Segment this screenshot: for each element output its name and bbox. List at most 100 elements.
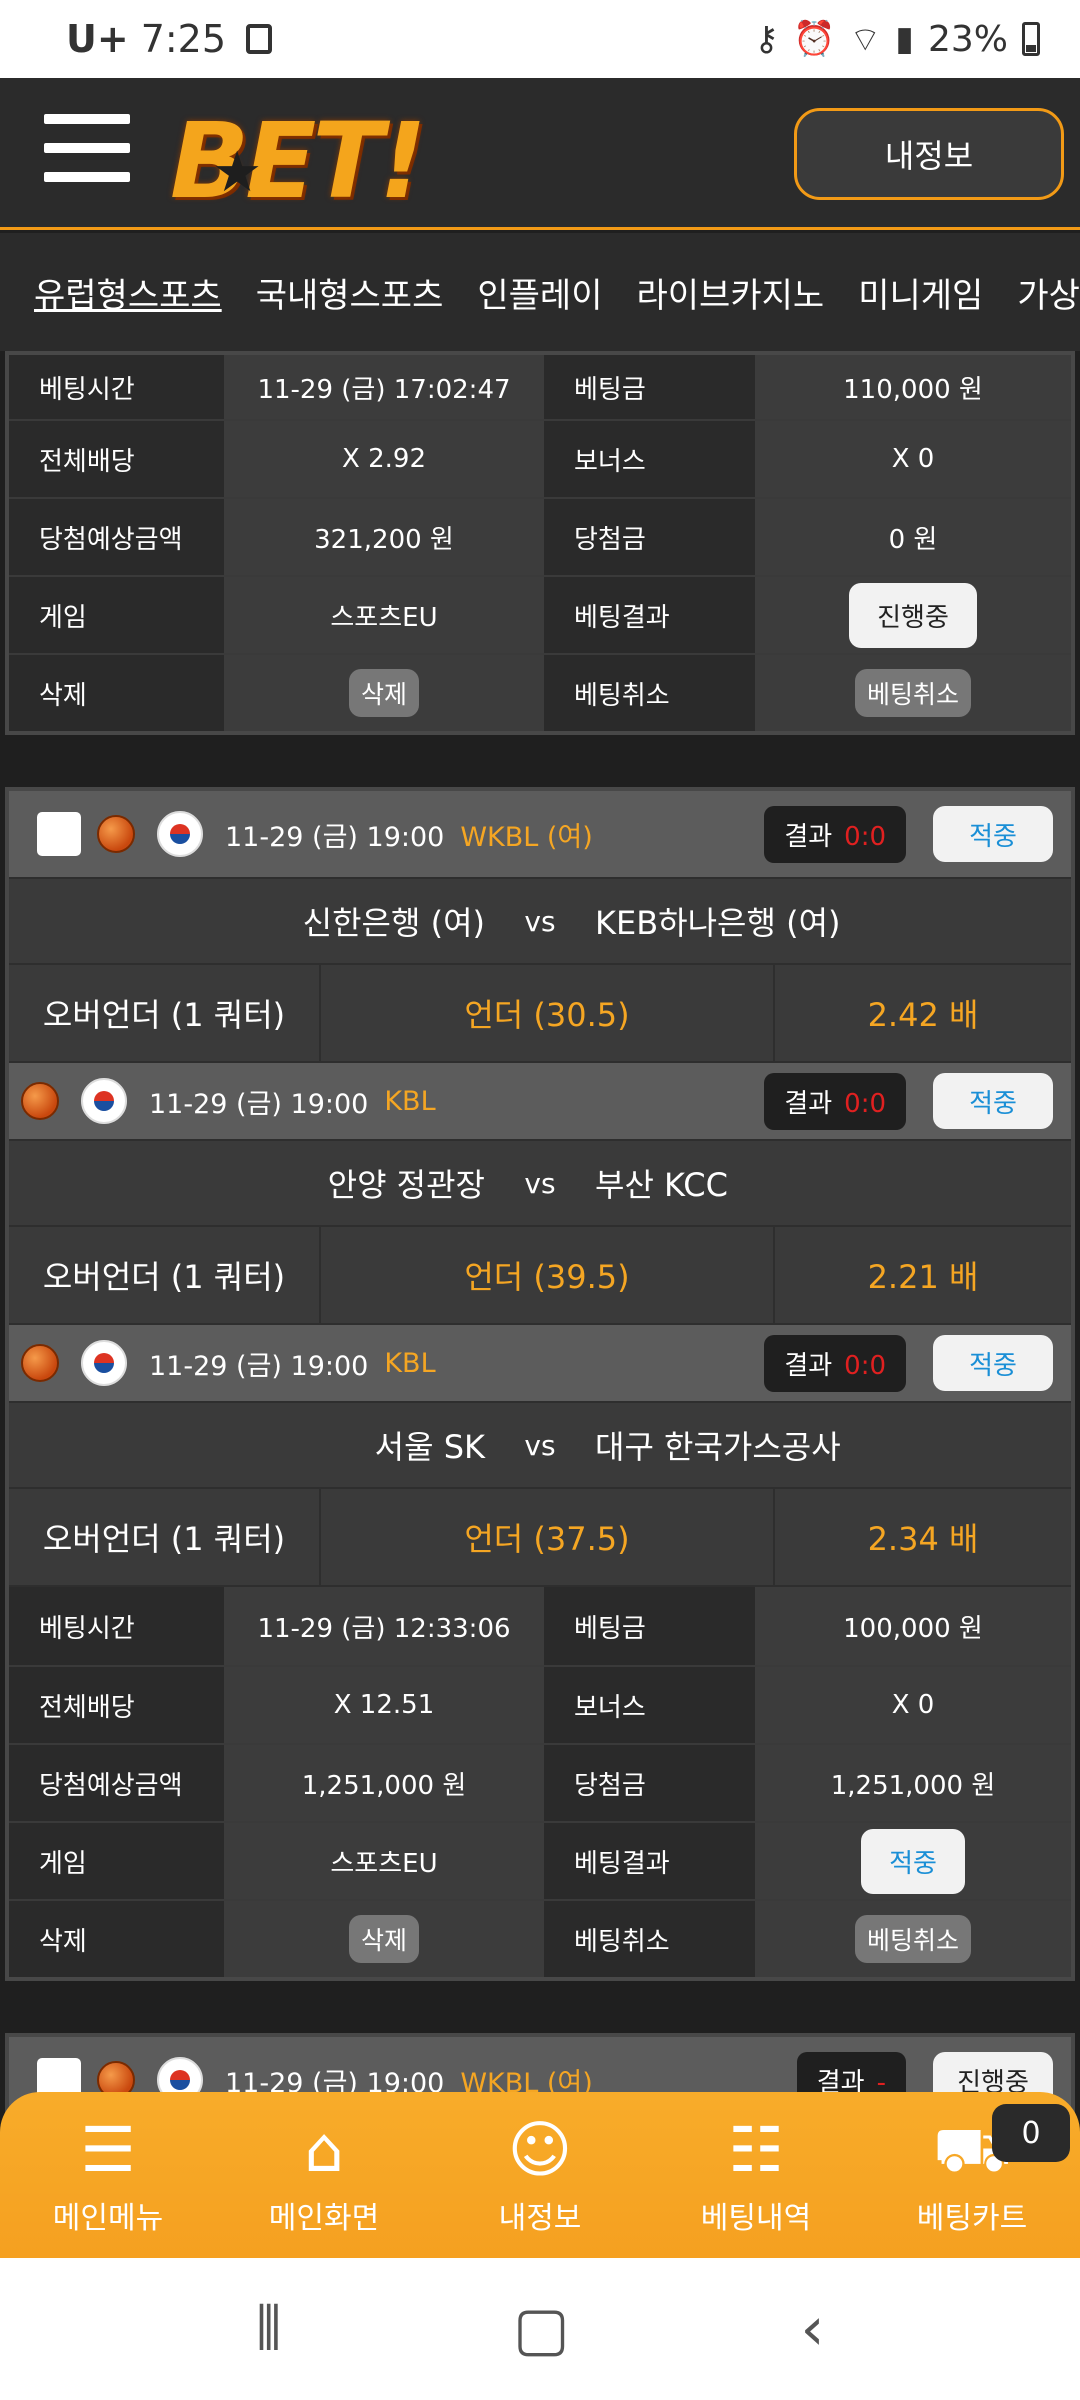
delete-button[interactable]: 삭제: [348, 669, 419, 717]
info-row: 전체배당 X 2.92 보너스 X 0: [9, 419, 1071, 497]
info-row: 당첨예상금액 1,251,000 원 당첨금 1,251,000 원: [9, 1743, 1071, 1821]
user-icon: ☺: [507, 2113, 573, 2186]
label-game: 게임: [9, 1823, 224, 1899]
menu-icon: ☰: [80, 2113, 136, 2186]
nav-live-casino[interactable]: 라이브카지노: [637, 268, 825, 317]
status-badge: 적중: [933, 1335, 1053, 1391]
teams-row: 서울 SK vs 대구 한국가스공사: [9, 1401, 1071, 1489]
category-nav: 유럽형스포츠 국내형스포츠 인플레이 라이브카지노 미니게임 가상게임: [0, 233, 1080, 351]
vs-label: vs: [524, 1166, 556, 1200]
logo-text: BET!: [170, 100, 427, 222]
value-bonus: X 0: [755, 421, 1071, 497]
info-row: 게임 스포츠EU 베팅결과 적중: [9, 1821, 1071, 1899]
value-bet-amount: 110,000 원: [755, 355, 1071, 419]
bottom-nav-label: 메인화면: [268, 2201, 380, 2236]
label-expected-win: 당첨예상금액: [9, 499, 224, 575]
home-button-icon[interactable]: ▢: [513, 2294, 570, 2364]
info-row: 삭제 삭제 베팅취소 베팅취소: [9, 1899, 1071, 1977]
korea-flag-icon: [81, 1340, 127, 1386]
info-row: 게임 스포츠EU 베팅결과 진행중: [9, 575, 1071, 653]
recent-apps-icon[interactable]: ⦀: [255, 2294, 281, 2364]
info-row: 베팅시간 11-29 (금) 12:33:06 베팅금 100,000 원: [9, 1587, 1071, 1665]
delete-button[interactable]: 삭제: [348, 1915, 419, 1963]
delete-cell: 삭제: [224, 1901, 544, 1977]
info-row: 베팅시간 11-29 (금) 17:02:47 베팅금 110,000 원: [9, 355, 1071, 419]
select-checkbox[interactable]: [37, 812, 81, 856]
label-bet-time: 베팅시간: [9, 1587, 224, 1665]
back-icon[interactable]: ‹: [800, 2294, 824, 2364]
result-box: 결과 0:0: [764, 1334, 906, 1392]
nav-domestic-sports[interactable]: 국내형스포츠: [256, 268, 444, 317]
bottom-nav-my-info[interactable]: ☺ 내정보: [432, 2092, 648, 2258]
score: 0:0: [844, 821, 886, 852]
value-total-odds: X 12.51: [224, 1667, 544, 1743]
battery-icon: [1022, 22, 1040, 56]
pick-odds: 2.42 배: [867, 996, 979, 1034]
label-bet-cancel: 베팅취소: [544, 1901, 755, 1977]
nav-inplay[interactable]: 인플레이: [477, 268, 602, 317]
pick-choice: 언더 (37.5): [321, 1489, 775, 1585]
away-team: KEB하나은행 (여): [595, 904, 841, 942]
match-header: 11-29 (금) 19:00 KBL 결과 0:0 적중: [9, 1325, 1071, 1401]
nav-mini-game[interactable]: 미니게임: [858, 268, 983, 317]
home-team: 신한은행 (여): [302, 904, 485, 942]
value-win-amount: 1,251,000 원: [755, 1745, 1071, 1821]
label-bet-result: 베팅결과: [544, 577, 755, 653]
pick-odds: 2.21 배: [867, 1258, 979, 1296]
match-header: 11-29 (금) 19:00 KBL 결과 0:0 적중: [9, 1063, 1071, 1139]
value-game: 스포츠EU: [224, 577, 544, 653]
cancel-bet-button[interactable]: 베팅취소: [854, 1915, 971, 1963]
cart-count-badge: 0: [992, 2104, 1070, 2162]
league-name: KBL: [384, 1347, 436, 1379]
bet-slip-summary: 베팅시간 11-29 (금) 17:02:47 베팅금 110,000 원 전체…: [5, 351, 1075, 735]
label-bonus: 보너스: [544, 421, 755, 497]
value-game: 스포츠EU: [224, 1823, 544, 1899]
teams-row: 신한은행 (여) vs KEB하나은행 (여): [9, 877, 1071, 965]
status-badge: 적중: [861, 1828, 965, 1894]
app-header: BET! ★ 내정보: [0, 78, 1080, 230]
info-row: 전체배당 X 12.51 보너스 X 0: [9, 1665, 1071, 1743]
label-bet-cancel: 베팅취소: [544, 655, 755, 731]
result-label: 결과: [784, 1350, 833, 1381]
score: 0:0: [844, 1350, 886, 1381]
myinfo-button[interactable]: 내정보: [794, 108, 1064, 200]
league-name: KBL: [384, 1085, 436, 1117]
korea-flag-icon: [81, 1078, 127, 1124]
pick-row: 오버언더 (1 쿼터) 언더 (39.5) 2.21 배: [9, 1227, 1071, 1325]
status-badge: 적중: [933, 1073, 1053, 1129]
bottom-nav-main-menu[interactable]: ☰ 메인메뉴: [0, 2092, 216, 2258]
star-icon: ★: [212, 140, 263, 205]
bottom-nav-bet-cart[interactable]: ⛟ 베팅카트 0: [864, 2092, 1080, 2258]
bottom-nav-home[interactable]: ⌂ 메인화면: [216, 2092, 432, 2258]
clock: 7:25: [140, 17, 227, 61]
nav-virtual-game[interactable]: 가상게임: [1017, 268, 1080, 317]
nav-european-sports[interactable]: 유럽형스포츠: [34, 268, 222, 317]
label-expected-win: 당첨예상금액: [9, 1745, 224, 1821]
bet-logo[interactable]: BET! ★: [170, 100, 500, 222]
label-bet-amount: 베팅금: [544, 1587, 755, 1665]
home-team: 서울 SK: [374, 1428, 485, 1466]
cancel-cell: 베팅취소: [755, 655, 1071, 731]
league-name: WKBL (여): [460, 821, 593, 853]
teams-row: 안양 정관장 vs 부산 KCC: [9, 1139, 1071, 1227]
value-expected-win: 321,200 원: [224, 499, 544, 575]
pick-choice: 언더 (39.5): [321, 1227, 775, 1323]
pick-type: 오버언더 (1 쿼터): [9, 965, 321, 1061]
result-box: 결과 0:0: [764, 1072, 906, 1130]
key-icon: ⚷: [754, 19, 779, 59]
delete-cell: 삭제: [224, 655, 544, 731]
menu-icon[interactable]: [44, 114, 130, 182]
match-date: 11-29 (금) 19:00: [225, 821, 445, 853]
value-bonus: X 0: [755, 1667, 1071, 1743]
cancel-bet-button[interactable]: 베팅취소: [854, 669, 971, 717]
bottom-nav-bet-history[interactable]: ☷ 베팅내역: [648, 2092, 864, 2258]
label-bet-result: 베팅결과: [544, 1823, 755, 1899]
value-expected-win: 1,251,000 원: [224, 1745, 544, 1821]
divider: [0, 1981, 1080, 2033]
match-header: 11-29 (금) 19:00 WKBL (여) 결과 0:0 적중: [9, 791, 1071, 877]
system-nav-bar: ⦀ ▢ ‹: [0, 2258, 1080, 2400]
label-delete: 삭제: [9, 655, 224, 731]
screenshot-icon: [246, 24, 273, 54]
value-bet-time: 11-29 (금) 12:33:06: [224, 1587, 544, 1665]
pick-row: 오버언더 (1 쿼터) 언더 (37.5) 2.34 배: [9, 1489, 1071, 1587]
